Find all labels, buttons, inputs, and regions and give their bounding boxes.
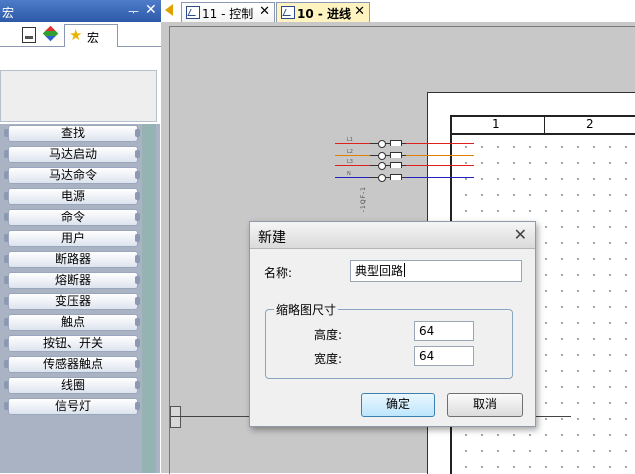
macro-item-breaker[interactable]: 断路器: [4, 250, 140, 269]
new-dialog: 新建 ✕ 名称: 典型回路 缩略图尺寸 高度: 64 宽度: 64 确定 取消: [249, 221, 536, 427]
tab-label: 11 - 控制: [202, 7, 254, 21]
column-number: 1: [492, 117, 500, 131]
panel-tab-strip: ★ 宏: [0, 22, 161, 47]
height-input[interactable]: 64: [414, 321, 474, 341]
close-tab-icon[interactable]: ✕: [354, 4, 365, 19]
pin-icon[interactable]: ᅮ: [128, 3, 139, 20]
height-label: 高度:: [314, 328, 343, 342]
macro-item-user[interactable]: 用户: [4, 229, 140, 248]
thumbnail-size-group: 缩略图尺寸: [265, 301, 513, 379]
close-tab-icon[interactable]: ✕: [259, 4, 270, 19]
column-ruler: 1 2: [450, 115, 635, 135]
tab-scroll-arrow-icon[interactable]: [165, 4, 173, 16]
document-icon: [22, 27, 36, 43]
wire-label: L2: [347, 149, 353, 155]
macro-item-label[interactable]: 信号灯: [8, 398, 138, 415]
macro-item-sensor-contact[interactable]: 传感器触点: [4, 355, 140, 374]
macro-item-label[interactable]: 按钮、开关: [8, 335, 138, 352]
tab-documents[interactable]: [20, 25, 38, 45]
tab-macro[interactable]: ★ 宏: [64, 24, 118, 47]
symbol-label: -1QF-1: [360, 186, 367, 213]
breaker-symbol: [370, 162, 406, 172]
macro-panel: 宏 ᅮ ✕ ★ 宏 查找 马达启动 马达命令 电源 命令 用户 断路器 熔断器 …: [0, 0, 162, 473]
macro-item-contact[interactable]: 触点: [4, 313, 140, 332]
tab-11-control[interactable]: 11 - 控制 ✕: [181, 2, 275, 22]
dialog-titlebar[interactable]: 新建 ✕: [250, 222, 535, 249]
macro-item-button-switch[interactable]: 按钮、开关: [4, 334, 140, 353]
macro-list-area: 查找 马达启动 马达命令 电源 命令 用户 断路器 熔断器 变压器 触点 按钮、…: [0, 124, 160, 473]
macro-item-motor-command[interactable]: 马达命令: [4, 166, 140, 185]
preview-box: [0, 70, 157, 122]
tab-10-incoming[interactable]: 10 - 进线 ✕: [276, 2, 370, 22]
macro-item-label[interactable]: 马达启动: [8, 146, 138, 163]
name-input[interactable]: 典型回路: [350, 260, 522, 282]
name-label: 名称:: [264, 266, 293, 280]
components-icon: [42, 25, 59, 42]
tab-label: 10 - 进线: [297, 7, 352, 21]
tab-components[interactable]: [42, 25, 60, 45]
close-icon[interactable]: ✕: [145, 2, 157, 18]
macro-item-label[interactable]: 变压器: [8, 293, 138, 310]
macro-list: 查找 马达启动 马达命令 电源 命令 用户 断路器 熔断器 变压器 触点 按钮、…: [4, 124, 140, 418]
macro-item-search[interactable]: 查找: [4, 124, 140, 143]
width-input[interactable]: 64: [414, 346, 474, 366]
panel-title: 宏: [2, 6, 15, 20]
schematic-icon: [186, 6, 200, 19]
close-icon[interactable]: ✕: [514, 225, 527, 244]
star-icon: ★: [69, 26, 83, 44]
macro-item-label[interactable]: 电源: [8, 188, 138, 205]
width-label: 宽度:: [314, 352, 343, 366]
column-number: 2: [586, 117, 594, 131]
wire-label: L3: [347, 159, 353, 165]
macro-item-coil[interactable]: 线圈: [4, 376, 140, 395]
macro-item-label[interactable]: 线圈: [8, 377, 138, 394]
document-tab-strip: 11 - 控制 ✕ 10 - 进线 ✕: [161, 0, 635, 23]
macro-item-power[interactable]: 电源: [4, 187, 140, 206]
macro-item-transformer[interactable]: 变压器: [4, 292, 140, 311]
tab-macro-label: 宏: [87, 31, 100, 45]
breaker-symbol: [370, 174, 406, 184]
macro-item-label[interactable]: 命令: [8, 209, 138, 226]
macro-item-command[interactable]: 命令: [4, 208, 140, 227]
group-label: 缩略图尺寸: [274, 301, 339, 318]
macro-item-fuse[interactable]: 熔断器: [4, 271, 140, 290]
dialog-title: 新建: [258, 230, 286, 246]
macro-item-motor-start[interactable]: 马达启动: [4, 145, 140, 164]
macro-item-label[interactable]: 熔断器: [8, 272, 138, 289]
macro-item-label[interactable]: 查找: [8, 125, 138, 142]
macro-item-label[interactable]: 马达命令: [8, 167, 138, 184]
macro-item-signal-lamp[interactable]: 信号灯: [4, 397, 140, 416]
scroll-marker: [170, 406, 181, 428]
ok-button[interactable]: 确定: [361, 393, 435, 417]
cancel-button[interactable]: 取消: [447, 393, 523, 417]
macro-scrollbar[interactable]: [142, 124, 156, 473]
macro-item-label[interactable]: 用户: [8, 230, 138, 247]
breaker-symbol: [370, 140, 406, 150]
panel-titlebar: 宏 ᅮ ✕: [0, 0, 161, 22]
wire-label: N: [347, 171, 351, 177]
macro-item-label[interactable]: 传感器触点: [8, 356, 138, 373]
wire-label: L1: [347, 137, 353, 143]
macro-item-label[interactable]: 触点: [8, 314, 138, 331]
schematic-icon: [281, 6, 295, 19]
breaker-symbol: [370, 152, 406, 162]
macro-item-label[interactable]: 断路器: [8, 251, 138, 268]
